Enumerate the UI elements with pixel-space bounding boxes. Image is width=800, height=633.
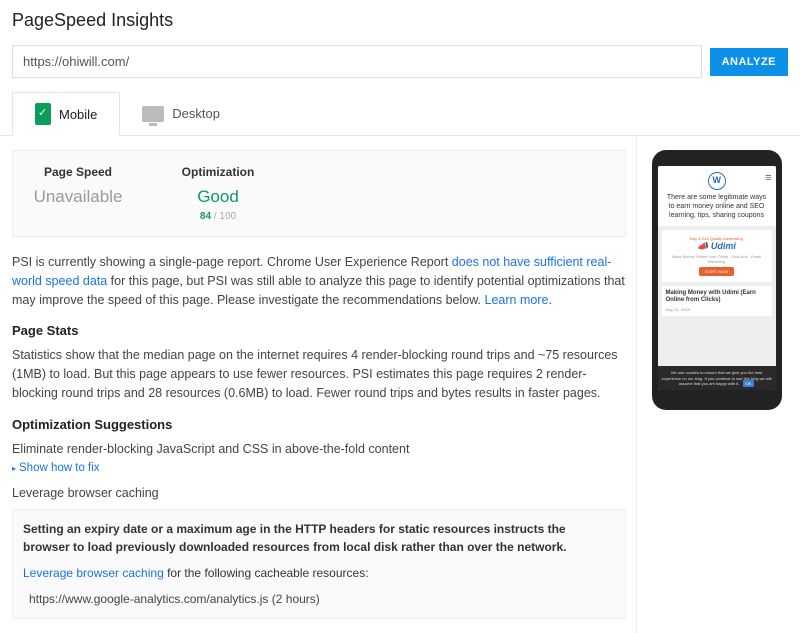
phone-header: ≡ There are some legitimate ways to earn… [658,166,776,226]
cache-detail-box: Setting an expiry date or a maximum age … [12,509,626,619]
intro-paragraph: PSI is currently showing a single-page r… [12,253,626,309]
metric-title: Page Speed [23,165,133,179]
desktop-icon [142,106,164,122]
post-card: Making Money with Udimi (Earn Online fro… [662,286,772,315]
right-column: ≡ There are some legitimate ways to earn… [636,136,788,633]
start-now-button: START NOW [699,267,735,276]
site-logo-icon [708,172,726,190]
page-stats-heading: Page Stats [12,323,626,338]
tabs: Mobile Desktop [0,92,800,136]
hamburger-icon: ≡ [765,172,771,184]
cache-resource: https://www.google-analytics.com/analyti… [23,590,615,608]
leverage-caching-link[interactable]: Leverage browser caching [23,566,164,580]
url-input[interactable] [12,45,702,78]
learn-more-link[interactable]: Learn more [485,293,549,307]
metric-page-speed: Page Speed Unavailable [23,165,133,222]
optimization-heading: Optimization Suggestions [12,417,626,432]
metric-value: Unavailable [23,187,133,207]
phone-site-title: There are some legitimate ways to earn m… [662,193,772,220]
cookie-banner: We use cookies to ensure that we give yo… [658,366,776,390]
metric-optimization: Optimization Good 84 / 100 [163,165,273,222]
main-content: Page Speed Unavailable Optimization Good… [0,136,800,633]
phone-body: Buy & Sell Quality Advertising 📣 Udimi M… [658,226,776,366]
page-title: PageSpeed Insights [0,0,800,45]
page-stats-body: Statistics show that the median page on … [12,346,626,402]
cache-instruction: Leverage browser caching for the followi… [23,564,615,582]
metric-title: Optimization [163,165,273,179]
mobile-check-icon [35,103,51,125]
udimi-logo: 📣 Udimi [665,241,769,252]
tab-mobile[interactable]: Mobile [12,92,120,136]
left-column: Page Speed Unavailable Optimization Good… [12,136,636,633]
opt-item-2: Leverage browser caching [12,484,626,503]
metrics-panel: Page Speed Unavailable Optimization Good… [12,150,626,237]
analyze-button[interactable]: ANALYZE [710,48,788,76]
search-bar: ANALYZE [0,45,800,92]
phone-preview: ≡ There are some legitimate ways to earn… [652,150,782,410]
phone-screen: ≡ There are some legitimate ways to earn… [658,166,776,390]
cache-description: Setting an expiry date or a maximum age … [23,520,615,556]
opt-item-1: Eliminate render-blocking JavaScript and… [12,440,626,459]
tab-desktop[interactable]: Desktop [120,92,242,135]
tab-label: Mobile [59,107,97,122]
show-how-to-fix-toggle[interactable]: Show how to fix [12,462,626,474]
metric-score: 84 / 100 [163,211,273,222]
ad-card: Buy & Sell Quality Advertising 📣 Udimi M… [662,230,772,282]
cookie-ok-button: OK [743,380,755,387]
tab-label: Desktop [172,106,220,121]
metric-value: Good [163,187,273,207]
